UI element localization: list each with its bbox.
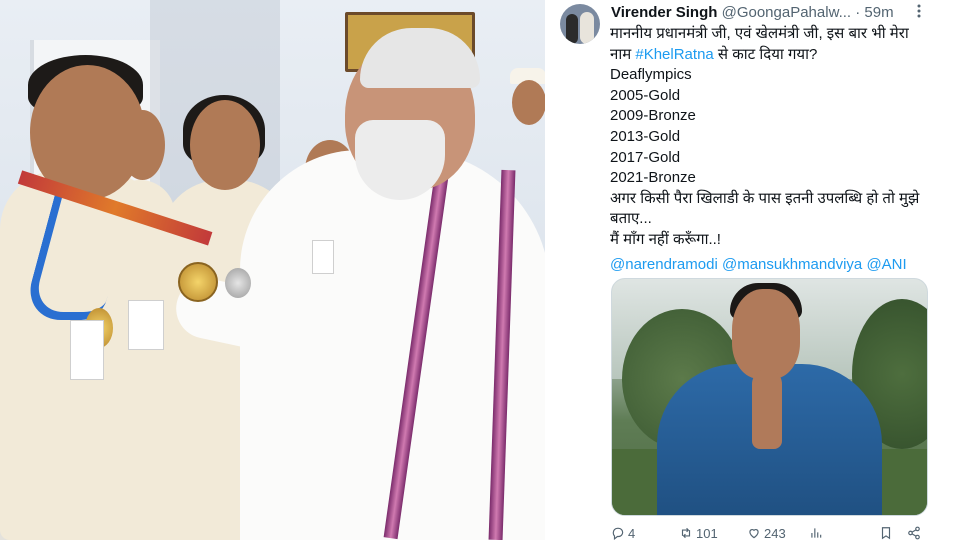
tweet-line: 2009-Bronze xyxy=(610,107,696,125)
user-handle[interactable]: @GoongaPahalw... xyxy=(722,4,851,21)
gold-medal-icon xyxy=(178,262,218,302)
id-badge xyxy=(312,240,334,274)
reply-button[interactable]: 4 xyxy=(611,524,635,540)
silver-medal-icon xyxy=(225,268,251,298)
tweet-line: अगर किसी पैरा खिलाडी के पास इतनी उपलब्धि… xyxy=(610,189,920,228)
share-button[interactable] xyxy=(907,524,924,540)
mention-link[interactable]: @ANI xyxy=(866,256,906,273)
tweet-line: 2021-Bronze xyxy=(610,169,696,187)
heart-icon xyxy=(747,526,761,540)
mention-link[interactable]: @narendramodi xyxy=(610,256,718,273)
tweet-line: Deaflympics xyxy=(610,66,692,84)
reply-icon xyxy=(611,526,625,540)
tweet-line: मैं माँग नहीं करूँगा..! xyxy=(610,230,721,248)
display-name[interactable]: Virender Singh xyxy=(611,4,717,21)
like-button[interactable]: 243 xyxy=(747,524,786,540)
folded-hands xyxy=(752,369,782,449)
tweet-body: माननीय प्रधानमंत्री जी, एवं खेलमंत्री जी… xyxy=(610,24,940,275)
avatar[interactable] xyxy=(560,4,600,44)
views-button[interactable] xyxy=(809,524,826,540)
bookmark-button[interactable] xyxy=(879,524,896,540)
mentions-line: @narendramodi @mansukhmandviya @ANI xyxy=(610,255,940,276)
tweet-line: 2005-Gold xyxy=(610,86,681,104)
tweet-line: 2013-Gold xyxy=(610,127,681,145)
hashtag-link[interactable]: #KhelRatna xyxy=(635,46,713,63)
id-badge xyxy=(128,300,164,350)
analytics-icon xyxy=(809,526,823,540)
tweet-line-hashtag: नाम #KhelRatna से काट दिया गया? xyxy=(610,45,818,63)
repost-icon xyxy=(679,526,693,540)
tweet-line: माननीय प्रधानमंत्री जी, एवं खेलमंत्री जी… xyxy=(610,25,909,42)
repost-button[interactable]: 101 xyxy=(679,524,718,540)
tweet-header: Virender Singh @GoongaPahalw... · 59m xyxy=(611,3,941,23)
mention-link[interactable]: @mansukhmandviya xyxy=(722,256,862,273)
separator-dot: · xyxy=(855,4,861,21)
more-dots-icon[interactable] xyxy=(912,3,926,23)
tweet-media-image[interactable] xyxy=(611,278,928,516)
left-news-photo xyxy=(0,0,545,540)
tweet-actions: 4 101 243 xyxy=(611,524,931,540)
timestamp[interactable]: 59m xyxy=(864,4,893,21)
bookmark-icon xyxy=(879,526,893,540)
id-badge xyxy=(70,320,104,380)
share-icon xyxy=(907,526,921,540)
tweet-line: 2017-Gold xyxy=(610,148,681,166)
